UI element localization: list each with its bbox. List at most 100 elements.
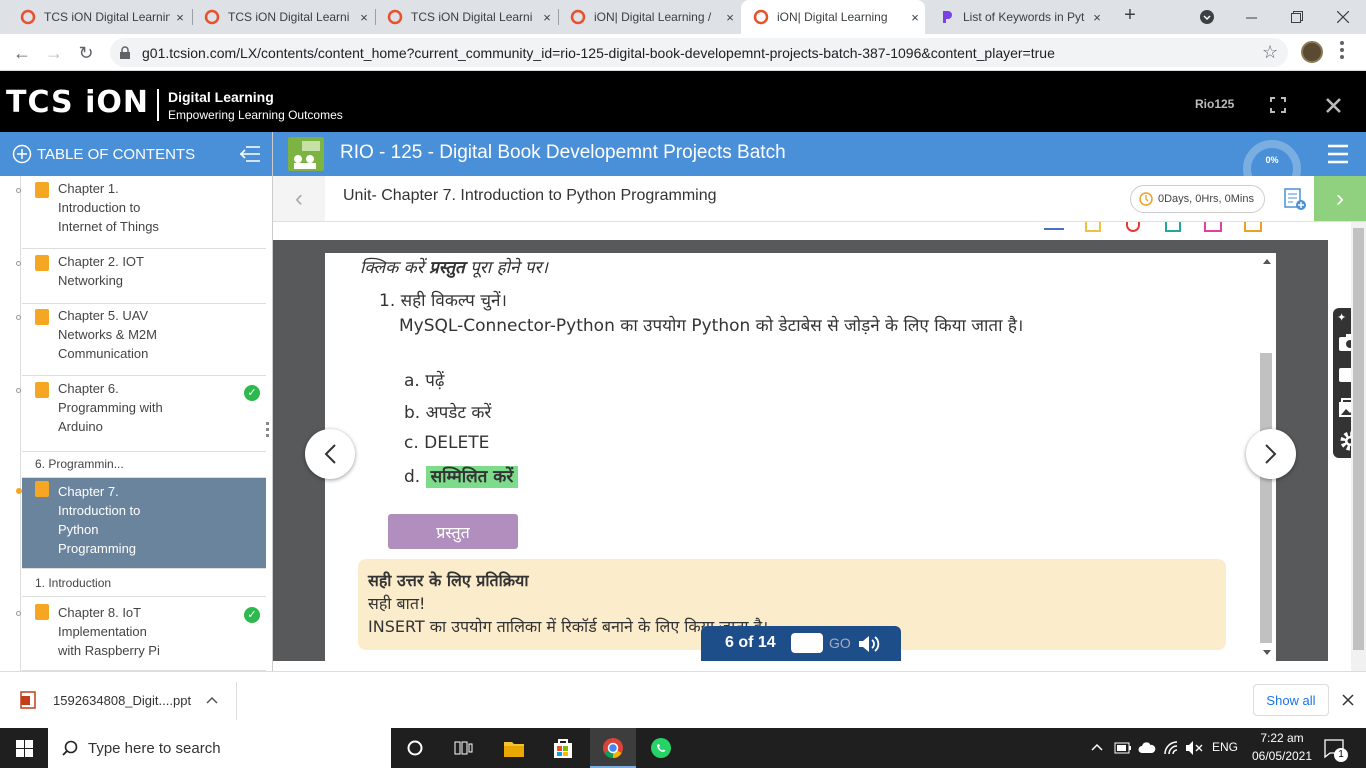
viewer-toolbar-strip [273,222,1328,240]
download-filename[interactable]: 1592634808_Digit....ppt [53,693,191,708]
forward-icon[interactable]: → [41,40,67,66]
next-unit-button[interactable]: › [1314,176,1366,221]
collapse-menu-icon[interactable] [238,145,262,163]
toolbar-icon[interactable] [1044,226,1064,230]
toc-chapter-7[interactable]: Chapter 7. Introduction to Python Programmi… [22,478,266,569]
close-icon[interactable] [1342,694,1354,706]
instruction: क्लिक करें प्रस्तुत पूरा होने पर। [360,255,548,278]
reload-icon[interactable]: ↻ [73,40,99,66]
tab-search-icon[interactable] [1184,0,1230,34]
restore-icon[interactable] [1274,0,1320,34]
wifi-icon[interactable] [1163,740,1179,756]
chrome-taskbar-button[interactable] [590,728,636,768]
search-icon[interactable] [1126,222,1140,232]
taskbar-search-box[interactable]: Type here to search [48,728,391,768]
prev-page-button[interactable] [305,429,355,479]
new-tab-button[interactable]: + [1118,4,1142,30]
toc-subitem[interactable]: 1. Introduction [22,571,266,597]
browser-tab[interactable]: iON| Digital Learning / × [558,0,740,34]
page-number-input[interactable] [791,633,823,653]
close-icon[interactable]: × [170,10,190,25]
tab-label: List of Keywords in Pyt [963,10,1085,24]
battery-icon[interactable] [1114,742,1132,754]
scroll-up-arrow-icon[interactable] [1262,257,1272,265]
next-page-button[interactable] [1246,429,1296,479]
minimize-icon[interactable] [1228,0,1274,34]
option-d[interactable]: d. सम्मिलित करें [404,464,519,488]
resize-handle[interactable] [266,422,270,442]
task-view-icon[interactable] [454,740,474,756]
store-icon[interactable] [553,737,573,759]
window-close-icon[interactable] [1320,0,1366,34]
pdf-file-icon [35,604,49,620]
show-all-button[interactable]: Show all [1253,684,1329,716]
profile-avatar[interactable] [1301,41,1323,63]
pin-icon[interactable]: ✦ [1337,311,1346,324]
page-scrollbar[interactable] [1351,222,1366,671]
search-icon [62,740,78,756]
tray-chevron-up-icon[interactable] [1091,743,1103,751]
tcs-icon [20,9,36,25]
toc-chapter-2[interactable]: Chapter 2. IOT Networking [22,252,266,304]
go-button[interactable]: GO [829,635,851,651]
url-text: g01.tcsion.com/LX/contents/content_home?… [142,44,1055,61]
clock-time[interactable]: 7:22 am [1257,731,1307,745]
close-icon[interactable]: × [537,10,557,25]
close-icon[interactable]: × [720,10,740,25]
pdf-file-icon [35,255,49,271]
lock-icon [120,46,130,59]
chrome-menu-icon[interactable] [1340,41,1344,63]
address-bar[interactable]: g01.tcsion.com/LX/contents/content_home?… [110,38,1288,67]
whatsapp-icon[interactable] [650,737,672,759]
close-icon[interactable]: × [354,10,374,25]
scrollbar-thumb[interactable] [1260,353,1272,643]
browser-tab-active[interactable]: iON| Digital Learning × [741,0,925,34]
toc-subitem[interactable]: 6. Programmin... [22,452,266,478]
cortana-icon[interactable] [407,740,423,756]
toc-chapter-label: Chapter 7. [58,484,119,499]
cloud-icon[interactable] [1138,742,1156,754]
toc-chapter-8[interactable]: Chapter 8. IoT Implementation with Raspber… [22,601,266,671]
browser-tab[interactable]: TCS iON Digital Learni × [375,0,557,34]
prev-unit-button[interactable]: ‹ [273,176,325,221]
toc-chapter-5[interactable]: Chapter 5. UAV Networks & M2M Communicatio… [22,306,266,376]
browser-tab[interactable]: List of Keywords in Pyt × [927,0,1107,34]
toc-chapter-1[interactable]: Chapter 1. Introduction to Internet of Thi… [22,179,266,249]
toc-chapter-label: Networks & M2M [58,327,157,342]
fullscreen-icon[interactable] [1270,97,1286,113]
toc-title: TABLE OF CONTENTS [37,145,196,163]
toolbar-icon[interactable] [1204,222,1222,232]
submit-button[interactable]: प्रस्तुत [388,514,518,549]
bookmark-star-icon[interactable]: ☆ [1262,42,1278,63]
hamburger-menu-icon[interactable] [1327,144,1349,164]
toolbar-icon[interactable] [1085,222,1101,232]
browser-tab[interactable]: TCS iON Digital Learnin × [8,0,190,34]
chevron-up-icon[interactable] [206,696,218,704]
scrollbar-thumb[interactable] [1353,228,1364,650]
option-b[interactable]: b. अपडेट करें [404,400,491,423]
browser-tab[interactable]: TCS iON Digital Learni × [192,0,374,34]
toc-chapter-label: Programming [58,541,137,556]
notes-add-icon[interactable] [1283,187,1307,211]
file-explorer-icon[interactable] [503,738,525,758]
language-indicator[interactable]: ENG [1212,740,1238,754]
tcs-icon [204,9,220,25]
toolbar-icon[interactable] [1165,222,1181,232]
volume-muted-icon[interactable] [1185,740,1203,756]
windows-start-icon[interactable] [16,740,33,757]
back-icon[interactable]: ← [9,40,35,66]
option-c[interactable]: c. DELETE [404,433,489,453]
toc-chapter-label: Chapter 5. UAV [58,308,149,323]
option-key: c. [404,433,419,453]
close-icon[interactable] [1326,98,1341,113]
close-icon[interactable]: × [905,10,925,25]
close-icon[interactable]: × [1087,10,1107,25]
toc-chapter-6[interactable]: Chapter 6. Programming with Arduino ✓ [22,379,266,452]
bookmark-icon[interactable] [1244,222,1262,232]
toc-chapter-label: Python [58,522,99,537]
option-a[interactable]: a. पढ़ें [404,368,444,391]
scroll-down-arrow-icon[interactable] [1262,649,1272,657]
speaker-icon[interactable] [857,634,883,654]
toc-chapter-label: with Raspberry Pi [58,643,160,658]
clock-date[interactable]: 06/05/2021 [1250,749,1314,763]
